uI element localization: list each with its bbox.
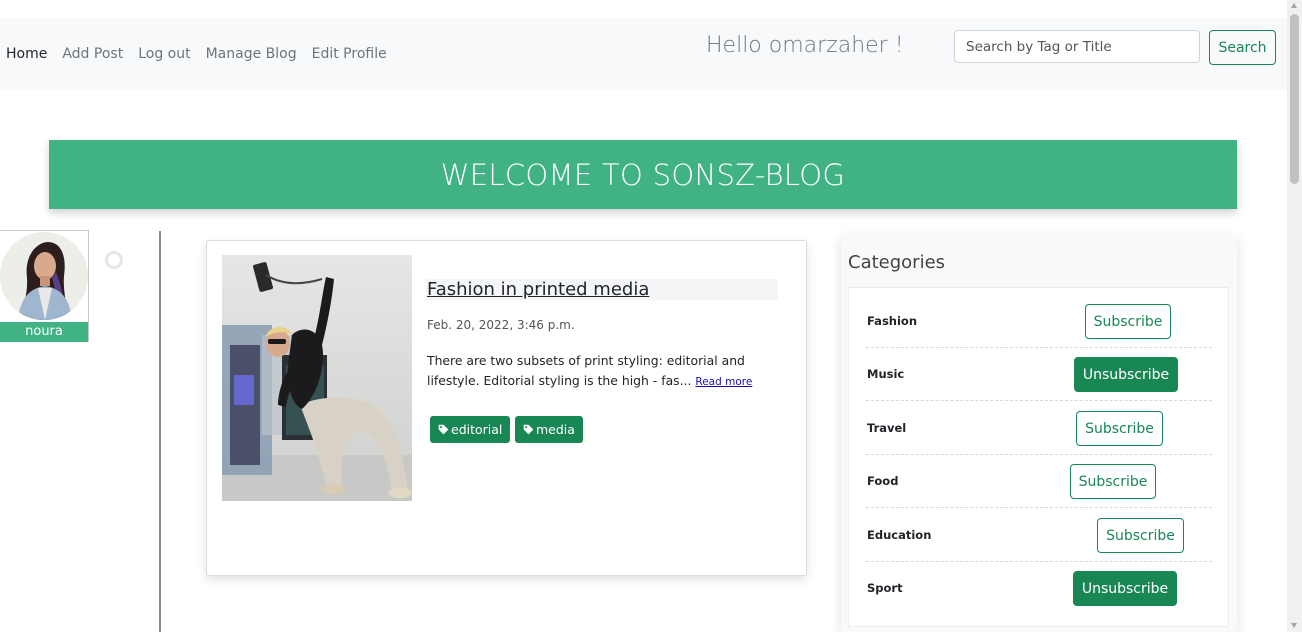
category-row-travel: Travel Subscribe: [866, 402, 1212, 455]
category-name: Sport: [867, 581, 903, 595]
categories-title: Categories: [848, 252, 946, 273]
categories-panel: Categories Fashion Subscribe Music Unsub…: [841, 235, 1237, 632]
post-image[interactable]: [222, 255, 412, 501]
user-name: noura: [0, 322, 88, 342]
categories-list: Fashion Subscribe Music Unsubscribe Trav…: [848, 287, 1229, 627]
unsubscribe-button[interactable]: Unsubscribe: [1073, 571, 1177, 606]
tag-icon: [438, 424, 449, 435]
nav-home-link[interactable]: Home: [6, 46, 47, 62]
nav-logout-link[interactable]: Log out: [138, 46, 190, 62]
category-name: Education: [867, 528, 932, 542]
tag-label: media: [536, 422, 575, 437]
scroll-down-arrow-icon[interactable]: [1291, 623, 1297, 628]
tag-label: editorial: [451, 422, 503, 437]
nav-add-post-link[interactable]: Add Post: [62, 46, 123, 62]
category-name: Food: [867, 474, 899, 488]
avatar-image: [0, 232, 88, 320]
subscribe-button[interactable]: Subscribe: [1085, 304, 1171, 339]
category-row-education: Education Subscribe: [866, 509, 1212, 562]
subscribe-button[interactable]: Subscribe: [1070, 464, 1156, 499]
post-card: Fashion in printed media Feb. 20, 2022, …: [206, 240, 807, 576]
nav-links: Home Add Post Log out Manage Blog Edit P…: [6, 18, 402, 90]
navbar: Home Add Post Log out Manage Blog Edit P…: [0, 18, 1287, 90]
unsubscribe-button[interactable]: Unsubscribe: [1074, 357, 1178, 392]
nav-manage-blog-link[interactable]: Manage Blog: [206, 46, 297, 62]
scroll-up-arrow-icon[interactable]: [1291, 3, 1297, 8]
banner-title: WELCOME TO SONSZ-BLOG: [440, 157, 846, 192]
category-name: Music: [867, 367, 905, 381]
vertical-divider: [159, 231, 161, 632]
user-card[interactable]: noura: [0, 230, 89, 342]
category-row-fashion: Fashion Subscribe: [866, 295, 1212, 348]
category-name: Fashion: [867, 314, 918, 328]
search-input[interactable]: [954, 30, 1200, 63]
post-photo: [222, 255, 412, 501]
category-row-food: Food Subscribe: [866, 455, 1212, 508]
post-excerpt: There are two subsets of print styling: …: [427, 351, 792, 392]
category-row-sport: Sport Unsubscribe: [866, 562, 1212, 615]
search-button[interactable]: Search: [1209, 30, 1276, 65]
category-name: Travel: [867, 421, 907, 435]
nav-edit-profile-link[interactable]: Edit Profile: [312, 46, 387, 62]
scroll-thumb[interactable]: [1290, 14, 1299, 184]
greeting-text: Hello omarzaher !: [706, 33, 904, 58]
subscribe-button[interactable]: Subscribe: [1076, 411, 1163, 446]
avatar: [0, 232, 88, 320]
status-dot-icon: [105, 251, 123, 269]
tag-editorial[interactable]: editorial: [430, 416, 511, 443]
tag-icon: [523, 424, 534, 435]
post-title-link[interactable]: Fashion in printed media: [427, 279, 649, 300]
tag-media[interactable]: media: [515, 416, 583, 443]
page-scrollbar[interactable]: [1287, 0, 1302, 632]
subscribe-button[interactable]: Subscribe: [1097, 518, 1184, 553]
post-date: Feb. 20, 2022, 3:46 p.m.: [427, 318, 575, 332]
read-more-link[interactable]: Read more: [695, 376, 752, 388]
welcome-banner: WELCOME TO SONSZ-BLOG: [49, 140, 1237, 209]
category-row-music: Music Unsubscribe: [866, 348, 1212, 401]
